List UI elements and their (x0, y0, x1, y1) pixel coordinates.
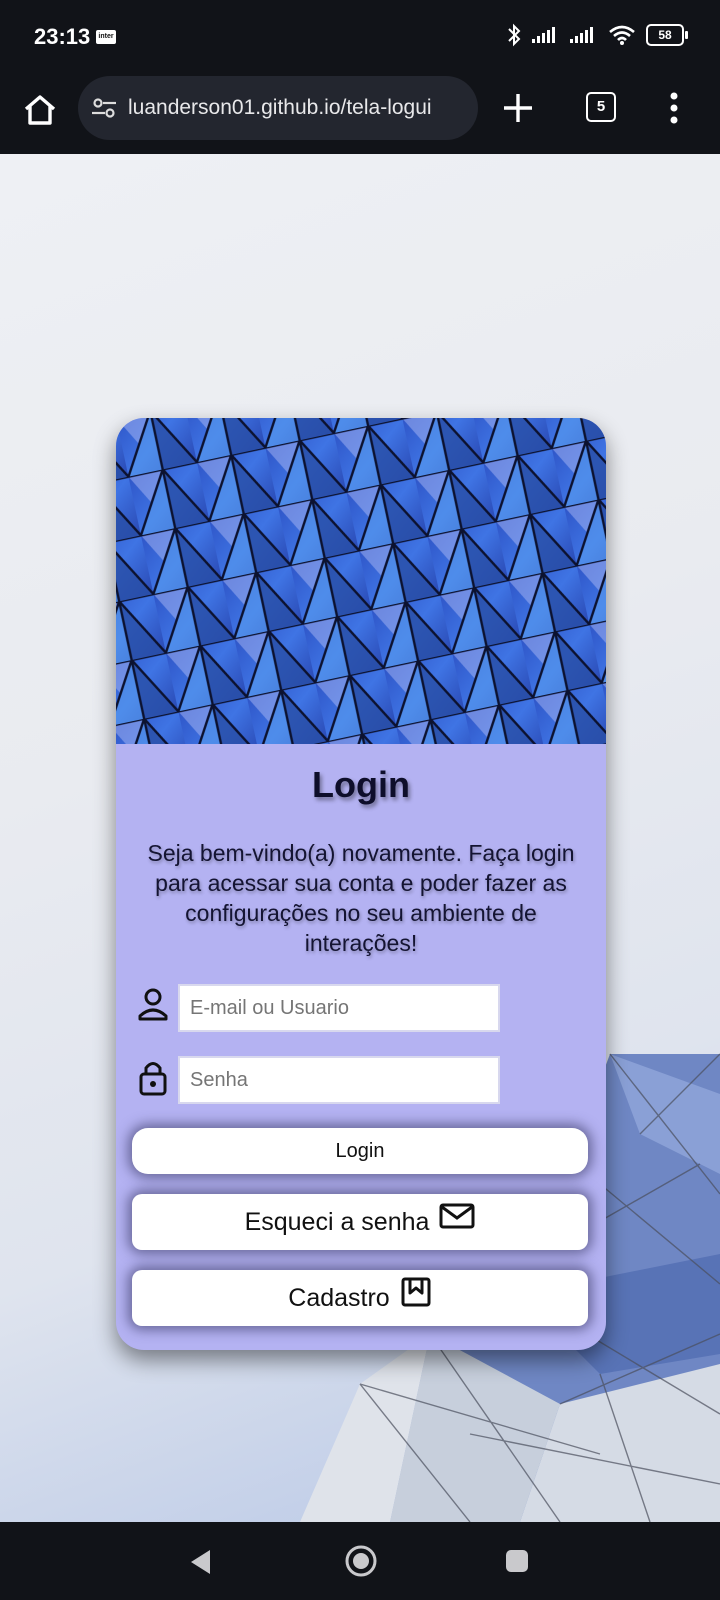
signal-icon (532, 27, 555, 43)
tab-switcher-button[interactable]: 5 (586, 92, 616, 122)
user-icon (138, 988, 168, 1021)
address-bar[interactable]: luanderson01.github.io/tela-logui (78, 76, 478, 140)
web-page: Login Seja bem-vindo(a) novamente. Faça … (0, 154, 720, 1522)
home-nav-icon[interactable] (344, 1544, 378, 1578)
status-icons: 58 (506, 22, 688, 48)
mail-icon (439, 1203, 475, 1229)
password-input[interactable] (178, 1056, 500, 1104)
battery-icon: 58 (646, 24, 688, 46)
signal-icon (570, 27, 593, 43)
password-row (136, 1056, 586, 1104)
carrier-icon: inter (96, 30, 116, 44)
more-menu-icon[interactable] (668, 90, 680, 126)
login-button[interactable]: Login (132, 1128, 588, 1174)
status-bar: 23:13 inter 58 (0, 0, 720, 72)
new-tab-icon[interactable] (500, 90, 536, 126)
system-nav-bar (0, 1522, 720, 1600)
login-title: Login (312, 764, 410, 805)
signup-button[interactable]: Cadastro (132, 1270, 588, 1326)
bluetooth-icon (508, 23, 521, 47)
recents-icon[interactable] (504, 1548, 530, 1574)
wifi-icon (609, 25, 635, 45)
site-settings-icon[interactable] (90, 94, 118, 122)
back-icon[interactable] (188, 1548, 214, 1576)
login-description: Seja bem-vindo(a) novamente. Faça login … (147, 840, 575, 956)
forgot-password-label: Esqueci a senha (244, 1207, 430, 1236)
username-row (136, 984, 586, 1032)
home-icon[interactable] (20, 90, 60, 130)
signup-label: Cadastro (288, 1283, 390, 1312)
lock-icon (139, 1062, 167, 1096)
forgot-password-button[interactable]: Esqueci a senha (132, 1194, 588, 1250)
login-button-label: Login (335, 1139, 385, 1162)
registration-icon (401, 1277, 431, 1307)
card-header-image (116, 418, 606, 744)
browser-toolbar: luanderson01.github.io/tela-logui 5 (0, 72, 720, 154)
url-text[interactable]: luanderson01.github.io/tela-logui (128, 96, 468, 120)
username-input[interactable] (178, 984, 500, 1032)
status-time: 23:13 (34, 24, 91, 49)
login-card: Login Seja bem-vindo(a) novamente. Faça … (116, 418, 606, 1350)
